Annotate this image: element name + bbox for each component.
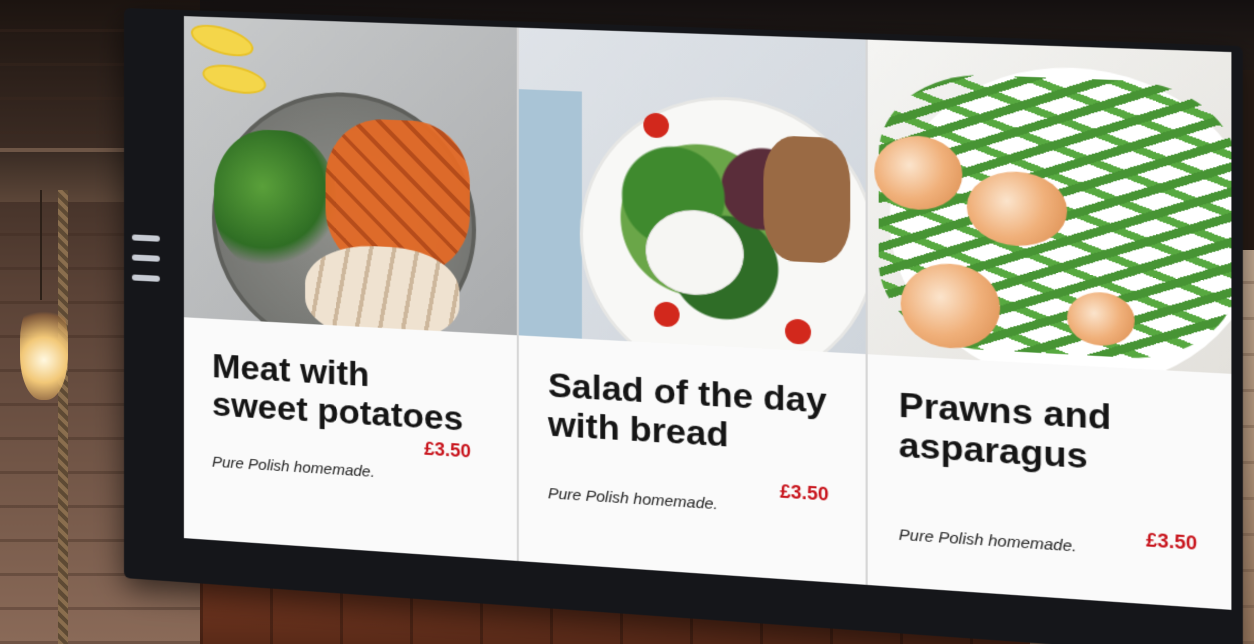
display-sensor-light — [131, 234, 160, 242]
hanging-rope — [58, 190, 68, 644]
menu-item-title: Meat with sweet potatoes — [212, 347, 489, 440]
menu-item-meat-sweet-potatoes: Meat with sweet potatoes £3.50 Pure Poli… — [183, 16, 519, 562]
display-sensor-light — [131, 274, 160, 282]
menu-item-price: £3.50 — [424, 438, 471, 462]
menu-item-description: Pure Polish homemade. — [547, 484, 718, 514]
menu-item-info: Meat with sweet potatoes £3.50 Pure Poli… — [184, 317, 517, 561]
restaurant-scene: Meat with sweet potatoes £3.50 Pure Poli… — [0, 0, 1254, 644]
menu-item-info: Salad of the day with bread £3.50 Pure P… — [519, 335, 866, 585]
menu-screen: Meat with sweet potatoes £3.50 Pure Poli… — [183, 16, 1232, 610]
cherry-tomato-icon — [643, 112, 669, 139]
bread-slice — [763, 134, 850, 265]
menu-item-title: Salad of the day with bread — [548, 366, 838, 462]
dish-photo-prawns-asparagus — [868, 39, 1232, 374]
menu-item-salad-with-bread: Salad of the day with bread £3.50 Pure P… — [518, 27, 869, 585]
menu-item-info: Prawns and asparagus £3.50 Pure Polish h… — [868, 354, 1231, 610]
lemon-wedge-icon — [187, 18, 257, 63]
menu-item-price: £3.50 — [779, 480, 829, 505]
menu-item-description: Pure Polish homemade. — [898, 526, 1077, 556]
edison-bulb-left-icon — [20, 300, 68, 400]
menu-item-prawns-asparagus: Prawns and asparagus £3.50 Pure Polish h… — [868, 39, 1232, 610]
dish-photo-meat-sweet-potatoes — [183, 16, 517, 336]
lemon-wedge-icon — [200, 59, 269, 99]
digital-menu-display: Meat with sweet potatoes £3.50 Pure Poli… — [124, 8, 1243, 644]
menu-item-price: £3.50 — [1145, 529, 1198, 555]
bulb-wire — [40, 190, 42, 300]
display-sensor-light — [131, 254, 160, 262]
arugula-salad — [214, 127, 336, 275]
menu-item-description: Pure Polish homemade. — [212, 453, 375, 482]
menu-item-title: Prawns and asparagus — [899, 385, 1202, 483]
dish-photo-salad-with-bread — [518, 27, 866, 355]
blue-napkin — [518, 89, 582, 339]
